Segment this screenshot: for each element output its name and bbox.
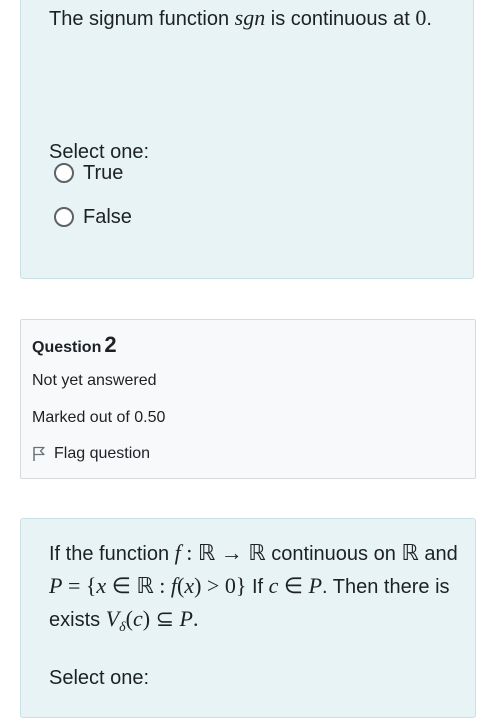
math-paren: ( — [125, 606, 133, 631]
stem-text: The signum function — [49, 8, 235, 30]
question-1-stem: The signum function sgn is continuous at… — [49, 3, 449, 34]
stem-text: . — [426, 8, 432, 30]
math-reals: ℝ — [401, 540, 419, 565]
question-state: Not yet answered — [32, 372, 157, 389]
math-set-open: = { — [62, 573, 97, 598]
math-p: P — [179, 606, 193, 631]
stem-text: continuous on — [265, 543, 402, 565]
question-number-value: 2 — [104, 332, 117, 357]
radio-button[interactable] — [54, 163, 74, 183]
math-x: x — [96, 573, 107, 598]
flag-icon[interactable] — [32, 446, 46, 462]
question-2-text-card: If the function f : ℝ → ℝ continuous on … — [20, 518, 476, 718]
math-sgn: sgn — [234, 5, 266, 30]
math-p: P — [49, 573, 63, 598]
stem-text: If — [246, 576, 269, 598]
math-subset: ) ⊆ — [142, 606, 180, 631]
flag-question-link[interactable]: Flag question — [32, 445, 150, 463]
option-label[interactable]: True — [83, 162, 123, 185]
option-label[interactable]: False — [83, 206, 132, 229]
question-2-info-card: Question 2 Not yet answered Marked out of… — [20, 319, 476, 479]
stem-text: is continuous at — [265, 8, 416, 30]
math-v: V — [105, 606, 120, 631]
flag-question-label[interactable]: Flag question — [54, 445, 150, 463]
math-in-reals: ∈ ℝ : — [106, 573, 171, 598]
math-p: P — [308, 573, 323, 598]
math-c: c — [132, 606, 143, 631]
math-zero: 0 — [415, 5, 427, 30]
math-c: c — [268, 573, 279, 598]
math-mapping: : ℝ → ℝ — [180, 540, 266, 565]
question-grade: Marked out of 0.50 — [32, 409, 166, 426]
stem-text: and — [418, 543, 458, 565]
question-number: Question 2 — [32, 332, 117, 358]
question-2-stem: If the function f : ℝ → ℝ continuous on … — [49, 537, 459, 643]
math-period: . — [192, 606, 199, 631]
select-one-label: Select one: — [49, 667, 150, 689]
option-true[interactable]: True — [54, 161, 123, 185]
option-false[interactable]: False — [54, 205, 132, 229]
math-in: ∈ — [278, 573, 309, 598]
radio-button[interactable] — [54, 207, 74, 227]
math-x: x — [184, 573, 195, 598]
question-1-text-card: The signum function sgn is continuous at… — [20, 0, 474, 279]
math-greater-zero: ) > 0} — [194, 573, 247, 598]
question-word: Question — [32, 339, 102, 356]
stem-text: If the function — [49, 543, 175, 565]
